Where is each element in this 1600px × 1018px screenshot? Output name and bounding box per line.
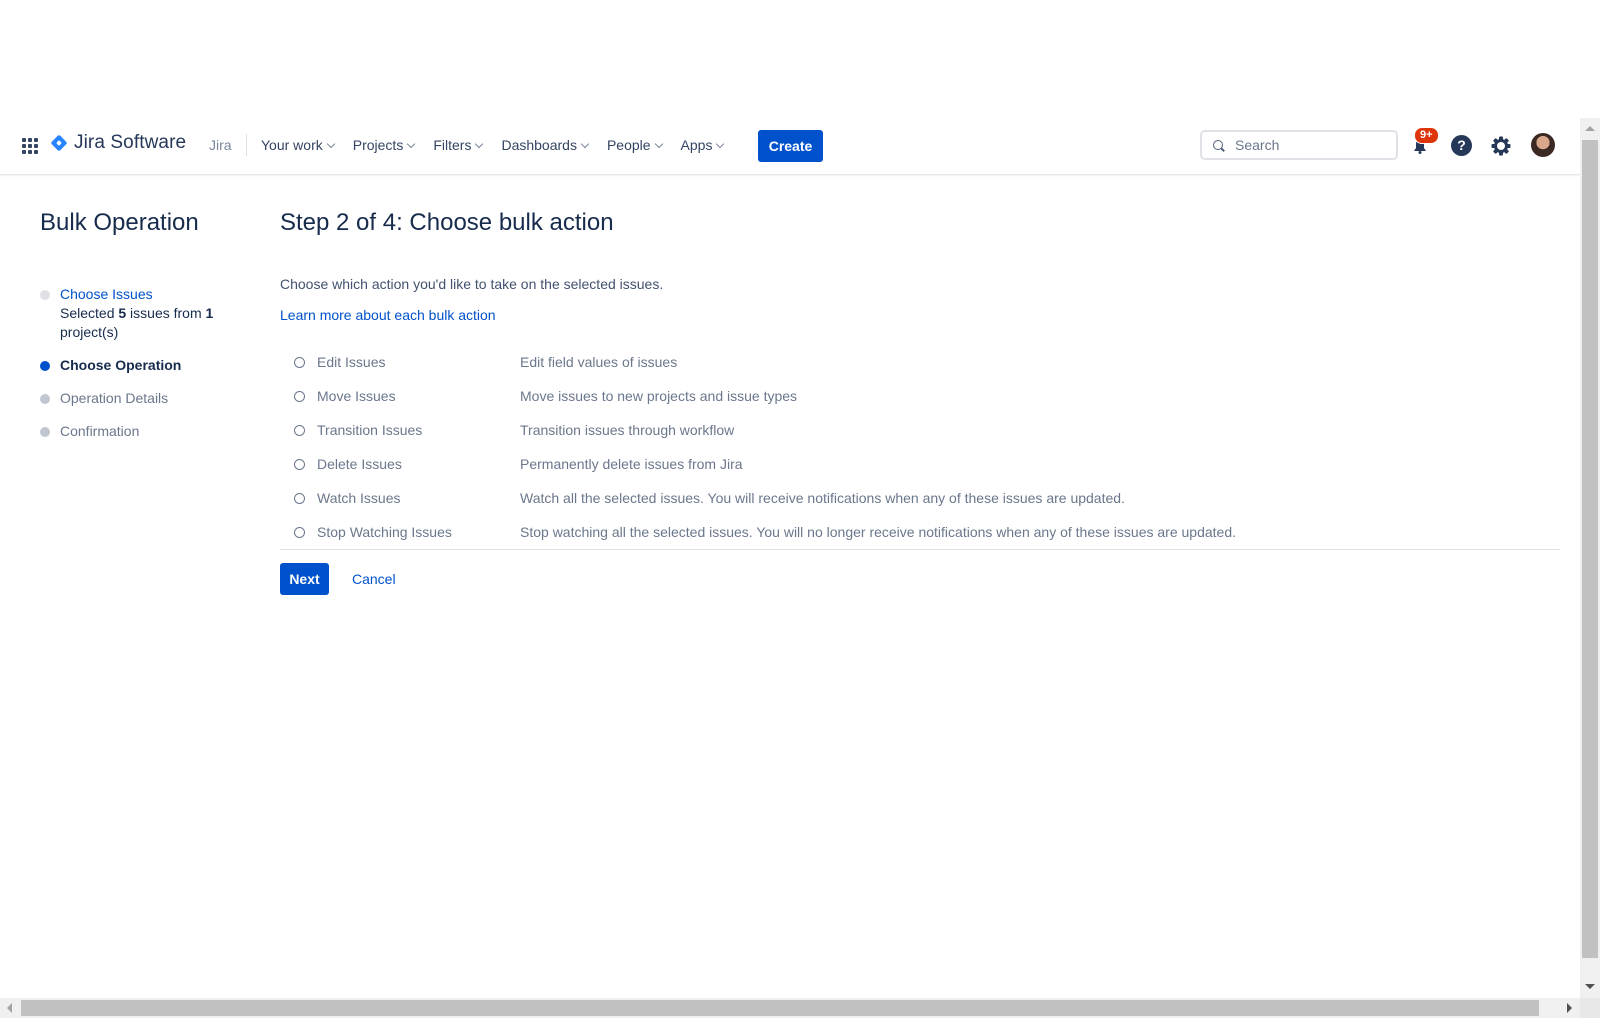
option-description: Watch all the selected issues. You will … — [520, 490, 1125, 506]
step-list: Choose Issues Selected 5 issues from 1 p… — [40, 285, 220, 455]
notification-count-badge: 9+ — [1414, 127, 1439, 144]
option-row[interactable]: Watch Issues Watch all the selected issu… — [280, 481, 1560, 515]
page-title: Step 2 of 4: Choose bulk action — [280, 209, 614, 236]
nav-divider — [246, 134, 247, 156]
nav-filters[interactable]: Filters — [433, 135, 484, 155]
step-dot-icon — [40, 361, 50, 371]
option-description: Transition issues through workflow — [520, 422, 735, 438]
chevron-down-icon — [654, 139, 663, 148]
cancel-link[interactable]: Cancel — [352, 571, 396, 587]
step-choose-issues-link[interactable]: Choose Issues — [60, 286, 153, 302]
nav-dashboards-label: Dashboards — [501, 137, 577, 153]
option-description: Stop watching all the selected issues. Y… — [520, 524, 1236, 540]
scroll-right-arrow-icon[interactable] — [1567, 1003, 1572, 1013]
step-operation-details: Operation Details — [40, 389, 220, 408]
selection-summary: Selected 5 issues from 1 project(s) — [60, 304, 220, 342]
step-choose-operation: Choose Operation — [40, 356, 220, 375]
step-operation-details-label: Operation Details — [60, 390, 169, 406]
option-row[interactable]: Move Issues Move issues to new projects … — [280, 379, 1560, 413]
next-button[interactable]: Next — [280, 563, 329, 595]
summary-suffix: project(s) — [60, 324, 119, 340]
selected-issue-count: 5 — [118, 305, 127, 321]
summary-mid: issues from — [126, 305, 206, 321]
help-icon[interactable]: ? — [1451, 135, 1472, 156]
nav-people-label: People — [606, 137, 651, 153]
option-label[interactable]: Transition Issues — [317, 422, 520, 438]
option-label[interactable]: Watch Issues — [317, 490, 520, 506]
scroll-up-arrow-icon[interactable] — [1585, 126, 1595, 131]
nav-projects-label: Projects — [352, 137, 404, 153]
chevron-down-icon — [716, 139, 725, 148]
step-confirmation: Confirmation — [40, 422, 220, 441]
radio-stop-watching-issues[interactable] — [294, 526, 305, 538]
option-row[interactable]: Transition Issues Transition issues thro… — [280, 413, 1560, 447]
learn-more-link[interactable]: Learn more about each bulk action — [280, 307, 496, 323]
chevron-down-icon — [407, 139, 416, 148]
option-label[interactable]: Move Issues — [317, 388, 520, 404]
scroll-left-arrow-icon[interactable] — [7, 1003, 12, 1013]
option-label[interactable]: Stop Watching Issues — [317, 524, 520, 540]
radio-watch-issues[interactable] — [294, 492, 305, 504]
logo-text: Jira Software — [74, 132, 187, 153]
page-viewport: Jira Software Jira Your work Projects Fi… — [0, 0, 1580, 998]
option-description: Permanently delete issues from Jira — [520, 456, 743, 472]
option-row[interactable]: Stop Watching Issues Stop watching all t… — [280, 515, 1560, 549]
nav-projects[interactable]: Projects — [352, 135, 416, 155]
horizontal-scrollbar[interactable] — [0, 998, 1580, 1018]
intro-text: Choose which action you'd like to take o… — [280, 276, 664, 292]
scroll-down-arrow-icon[interactable] — [1585, 984, 1595, 989]
option-row[interactable]: Delete Issues Permanently delete issues … — [280, 447, 1560, 481]
radio-move-issues[interactable] — [294, 390, 305, 402]
create-button[interactable]: Create — [758, 130, 823, 162]
option-row[interactable]: Edit Issues Edit field values of issues — [280, 345, 1560, 379]
vertical-scrollbar[interactable] — [1580, 118, 1600, 998]
option-description: Move issues to new projects and issue ty… — [520, 388, 798, 404]
top-navigation: Jira Software Jira Your work Projects Fi… — [0, 118, 1580, 175]
step-confirmation-label: Confirmation — [60, 423, 140, 439]
settings-gear-icon[interactable] — [1490, 135, 1512, 157]
nav-people[interactable]: People — [606, 135, 663, 155]
nav-filters-label: Filters — [433, 137, 472, 153]
step-dot-icon — [40, 290, 50, 300]
chevron-down-icon — [326, 139, 335, 148]
chevron-down-icon — [475, 139, 484, 148]
option-label[interactable]: Delete Issues — [317, 456, 520, 472]
step-dot-icon — [40, 427, 50, 437]
nav-menu: Your work Projects Filters Dashboards Pe… — [261, 135, 742, 155]
nav-dashboards[interactable]: Dashboards — [501, 135, 590, 155]
project-count: 1 — [205, 305, 214, 321]
search-input[interactable] — [1233, 136, 1387, 154]
nav-apps[interactable]: Apps — [680, 135, 725, 155]
search-box[interactable] — [1200, 130, 1398, 160]
search-icon — [1213, 140, 1223, 150]
option-description: Edit field values of issues — [520, 354, 678, 370]
chevron-down-icon — [580, 139, 590, 148]
nav-your-work[interactable]: Your work — [261, 135, 335, 155]
nav-your-work-label: Your work — [261, 137, 323, 153]
sidebar-title: Bulk Operation — [40, 209, 199, 236]
app-switcher-icon[interactable] — [22, 138, 38, 154]
summary-prefix: Selected — [60, 305, 119, 321]
vertical-scroll-thumb[interactable] — [1582, 140, 1598, 958]
jira-diamond-icon — [50, 134, 68, 152]
radio-transition-issues[interactable] — [294, 424, 305, 436]
scrollbar-corner — [1580, 998, 1600, 1018]
step-choose-issues: Choose Issues Selected 5 issues from 1 p… — [40, 285, 220, 342]
horizontal-scroll-thumb[interactable] — [21, 1000, 1539, 1016]
bulk-action-options: Edit Issues Edit field values of issues … — [280, 345, 1560, 550]
radio-delete-issues[interactable] — [294, 458, 305, 470]
step-dot-icon — [40, 394, 50, 404]
radio-edit-issues[interactable] — [294, 356, 305, 368]
user-avatar[interactable] — [1531, 133, 1555, 157]
jira-logo[interactable]: Jira Software — [50, 132, 186, 154]
option-label[interactable]: Edit Issues — [317, 354, 520, 370]
nav-apps-label: Apps — [680, 137, 713, 153]
product-label[interactable]: Jira — [209, 137, 232, 153]
step-choose-operation-label: Choose Operation — [60, 357, 182, 373]
